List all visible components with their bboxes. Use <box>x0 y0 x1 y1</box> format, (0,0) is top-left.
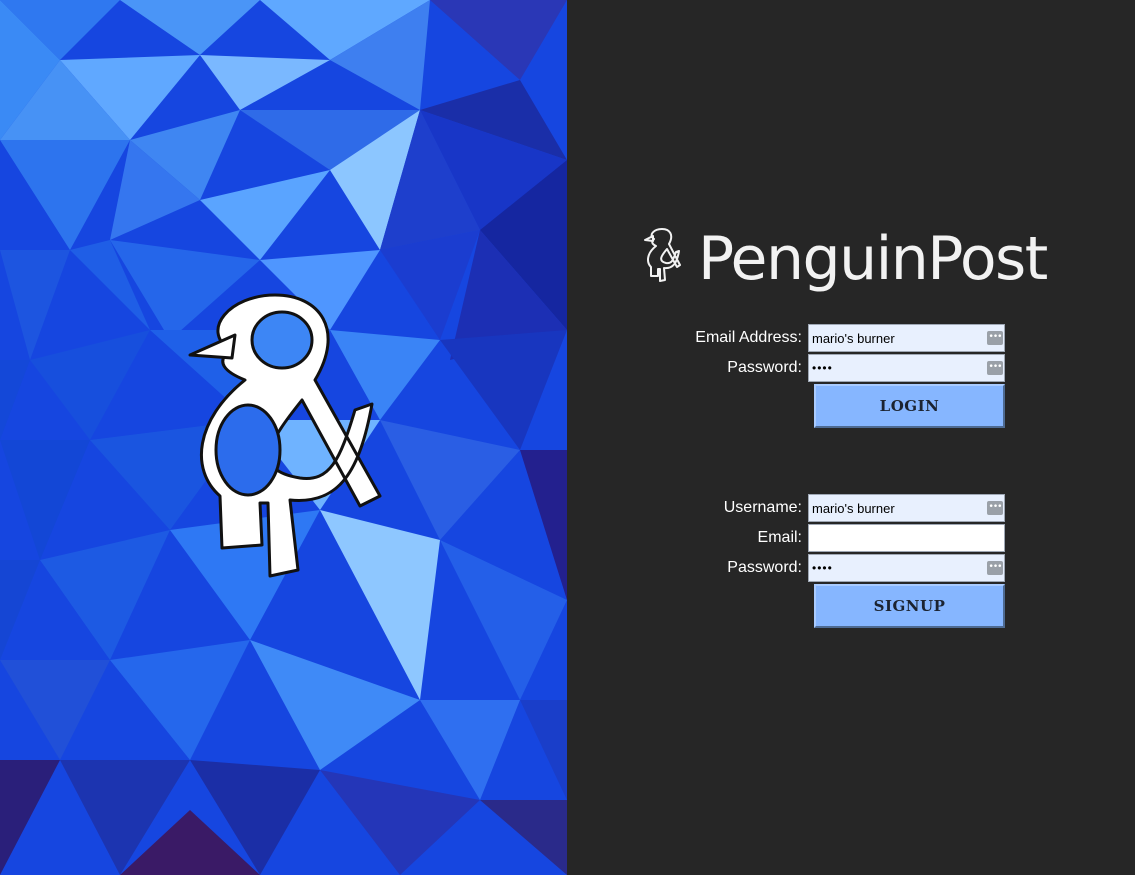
signup-username-input[interactable] <box>809 495 987 521</box>
signup-password-label: Password: <box>727 559 802 576</box>
password-manager-key-icon[interactable]: ••• <box>987 361 1003 375</box>
signup-email-field[interactable] <box>808 524 1005 552</box>
brand-name: PenguinPost <box>698 224 1048 294</box>
app-root: PenguinPost Email Address: ••• Password:… <box>0 0 1135 875</box>
brand-header: PenguinPost <box>642 222 1048 296</box>
email-address-label: Email Address: <box>695 329 802 346</box>
login-button[interactable]: LOGIN <box>814 384 1005 428</box>
login-password-field[interactable]: ••• <box>808 354 1005 382</box>
password-manager-key-icon[interactable]: ••• <box>987 331 1003 345</box>
hero-background <box>0 0 567 875</box>
password-manager-key-icon[interactable]: ••• <box>987 501 1003 515</box>
signup-password-input[interactable] <box>809 555 987 581</box>
signup-button[interactable]: SIGNUP <box>814 584 1005 628</box>
login-email-input[interactable] <box>809 325 987 351</box>
auth-panel <box>567 0 1135 875</box>
signup-email-input[interactable] <box>809 525 987 551</box>
signup-username-field[interactable]: ••• <box>808 494 1005 522</box>
low-poly-background <box>0 0 567 875</box>
login-password-input[interactable] <box>809 355 987 381</box>
signup-password-field[interactable]: ••• <box>808 554 1005 582</box>
login-email-field[interactable]: ••• <box>808 324 1005 352</box>
login-password-label: Password: <box>727 359 802 376</box>
penguin-ampersand-icon <box>644 228 681 282</box>
signup-email-label: Email: <box>757 529 802 546</box>
username-label: Username: <box>723 499 802 516</box>
password-manager-key-icon[interactable]: ••• <box>987 561 1003 575</box>
